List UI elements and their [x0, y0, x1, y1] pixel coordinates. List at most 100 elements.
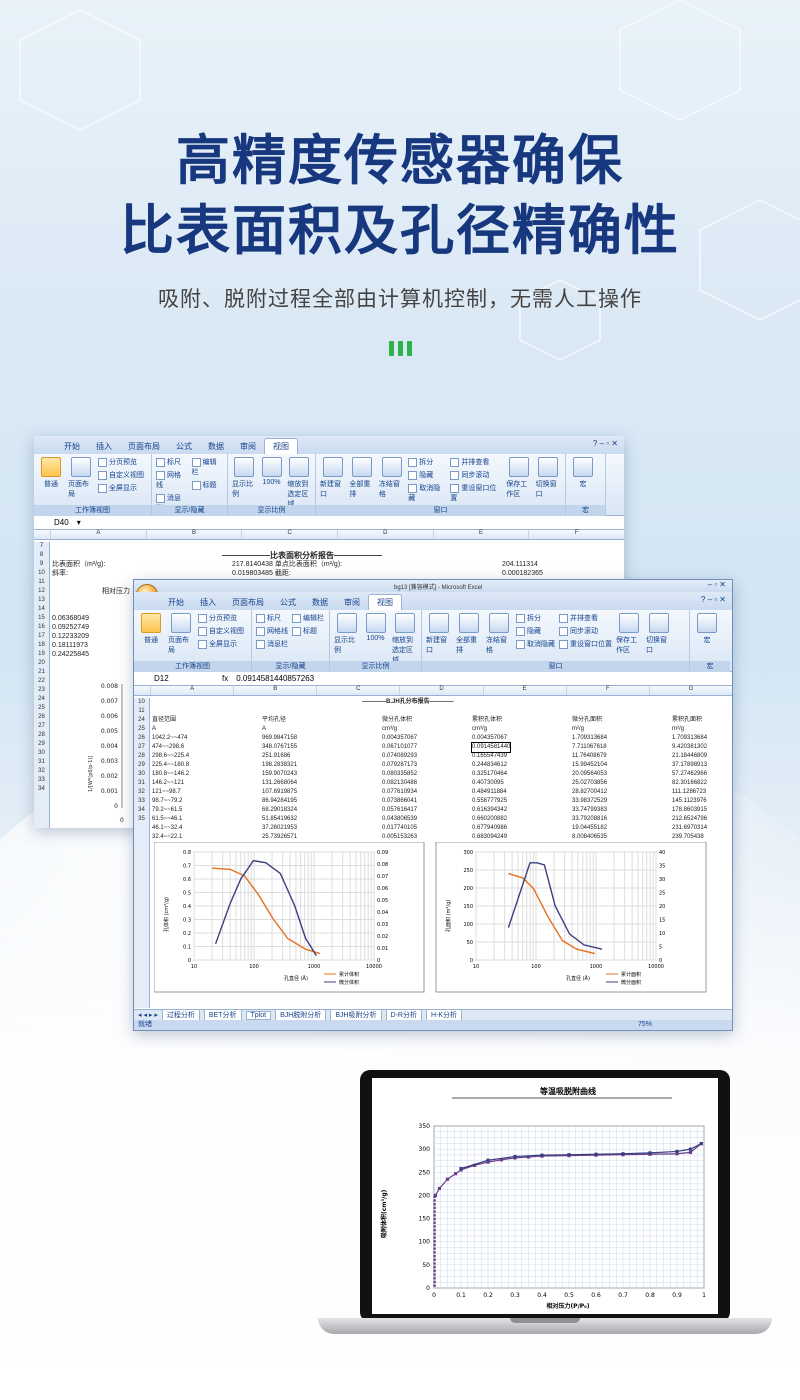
- front-split-button[interactable]: 拆分: [516, 613, 555, 623]
- table-cell[interactable]: 28.82700412: [572, 788, 607, 797]
- table-cell[interactable]: 146.2~~121: [152, 779, 184, 788]
- row-number[interactable]: 13: [34, 596, 49, 605]
- sheet-nav-icon[interactable]: ◂ ◂ ▸ ▸: [138, 1011, 158, 1019]
- table-cell[interactable]: 82.30166822: [672, 779, 707, 788]
- ribbon-tab-插入[interactable]: 插入: [88, 439, 120, 454]
- table-cell[interactable]: 0.677940986: [472, 824, 507, 833]
- table-cell[interactable]: 180.8~~146.2: [152, 770, 189, 779]
- front-ruler-checkbox[interactable]: 标尺: [256, 613, 288, 623]
- front-formula-bar-checkbox[interactable]: 编辑栏: [292, 613, 324, 623]
- table-cell[interactable]: 46.1~~32.4: [152, 824, 182, 833]
- table-cell[interactable]: 298.6~~225.4: [152, 752, 189, 761]
- help-icon[interactable]: ? ‒ ▫ ✕: [593, 439, 618, 448]
- table-cell[interactable]: 145.1123976: [672, 797, 707, 806]
- row-number[interactable]: 32: [134, 788, 149, 797]
- front-headings-checkbox[interactable]: 标题: [292, 626, 324, 636]
- front-fullscreen[interactable]: 全屏显示: [198, 639, 244, 649]
- table-cell[interactable]: 20.09564053: [572, 770, 607, 779]
- column-header[interactable]: G: [648, 686, 732, 695]
- table-cell[interactable]: 159.9070243: [262, 770, 297, 779]
- table-cell[interactable]: 0.073866041: [382, 797, 417, 806]
- column-header[interactable]: E: [482, 686, 566, 695]
- row-number[interactable]: 23: [34, 686, 49, 695]
- row-number[interactable]: 30: [34, 749, 49, 758]
- row-number[interactable]: 32: [34, 767, 49, 776]
- ruler-checkbox[interactable]: 标尺: [156, 457, 188, 467]
- row-number[interactable]: 25: [134, 725, 149, 734]
- table-cell[interactable]: 9.420381302: [672, 743, 707, 752]
- column-header[interactable]: D: [399, 686, 482, 695]
- table-cell[interactable]: 0.165547439: [472, 752, 507, 761]
- row-number[interactable]: 24: [34, 695, 49, 704]
- row-number[interactable]: 30: [134, 770, 149, 779]
- table-cell[interactable]: 1.709313684: [672, 734, 707, 743]
- column-header[interactable]: C: [316, 686, 399, 695]
- name-box[interactable]: D40: [54, 518, 69, 527]
- table-cell[interactable]: 0.079287173: [382, 761, 417, 770]
- table-cell[interactable]: 251.91686: [262, 752, 290, 761]
- headings-checkbox[interactable]: 标题: [192, 480, 224, 490]
- row-number[interactable]: 34: [134, 806, 149, 815]
- table-cell[interactable]: 37.17898913: [672, 761, 707, 770]
- row-number[interactable]: 11: [34, 578, 49, 587]
- row-number[interactable]: 10: [134, 698, 149, 707]
- row-number[interactable]: 19: [34, 650, 49, 659]
- ribbon-tab-页面布局[interactable]: 页面布局: [120, 439, 168, 454]
- column-header[interactable]: D: [337, 530, 433, 539]
- table-cell[interactable]: 79.2~~61.5: [152, 806, 182, 815]
- help-icon[interactable]: ? ‒ ▫ ✕: [701, 595, 726, 604]
- ribbon-tab-页面布局[interactable]: 页面布局: [224, 595, 272, 610]
- front-page-break-preview[interactable]: 分页预览: [198, 613, 244, 623]
- table-cell[interactable]: 32.4~~22.1: [152, 833, 182, 842]
- table-cell[interactable]: 239.705438: [672, 833, 704, 842]
- table-cell[interactable]: 25.73926571: [262, 833, 297, 842]
- row-number[interactable]: 8: [34, 551, 49, 560]
- table-cell[interactable]: 212.6524796: [672, 815, 707, 824]
- column-header[interactable]: F: [565, 686, 649, 695]
- ribbon-tab-公式[interactable]: 公式: [272, 595, 304, 610]
- row-number[interactable]: 29: [134, 761, 149, 770]
- table-cell[interactable]: 33.98372529: [572, 797, 607, 806]
- table-cell[interactable]: 0.074089293: [382, 752, 417, 761]
- front-name-box[interactable]: D12: [154, 674, 214, 683]
- row-number[interactable]: 22: [34, 677, 49, 686]
- row-number[interactable]: 15: [34, 614, 49, 623]
- table-cell[interactable]: 969.9847158: [262, 734, 297, 743]
- page-break-preview-button[interactable]: 分页预览: [98, 457, 144, 467]
- column-header[interactable]: C: [241, 530, 337, 539]
- table-cell[interactable]: 198.2838321: [262, 761, 297, 770]
- table-cell[interactable]: 0.080335852: [382, 770, 417, 779]
- table-cell[interactable]: 0.0914581440: [470, 742, 512, 753]
- row-number[interactable]: 7: [34, 542, 49, 551]
- table-cell[interactable]: 7.711067618: [572, 743, 607, 752]
- table-cell[interactable]: 0.067101077: [382, 743, 417, 752]
- table-cell[interactable]: 61.5~~46.1: [152, 815, 182, 824]
- ribbon-tab-视图[interactable]: 视图: [264, 438, 298, 454]
- row-number[interactable]: 33: [134, 797, 149, 806]
- row-number[interactable]: 33: [34, 776, 49, 785]
- ribbon-tab-开始[interactable]: 开始: [56, 439, 88, 454]
- column-header[interactable]: A: [50, 530, 146, 539]
- table-cell[interactable]: 107.6919875: [262, 788, 297, 797]
- column-header[interactable]: B: [145, 530, 242, 539]
- table-cell[interactable]: 1042.2~~474: [152, 734, 187, 743]
- front-sync-scroll-button[interactable]: 同步滚动: [559, 626, 612, 636]
- table-cell[interactable]: 15.99452104: [572, 761, 607, 770]
- row-number[interactable]: 27: [134, 743, 149, 752]
- table-cell[interactable]: 21.18446809: [672, 752, 707, 761]
- table-cell[interactable]: 33.74799383: [572, 806, 607, 815]
- table-cell[interactable]: 37.26021953: [262, 824, 297, 833]
- ribbon-tab-开始[interactable]: 开始: [160, 595, 192, 610]
- row-number[interactable]: 34: [34, 785, 49, 794]
- ribbon-tab-审阅[interactable]: 审阅: [336, 595, 368, 610]
- table-cell[interactable]: 19.04455182: [572, 824, 607, 833]
- column-header[interactable]: A: [150, 686, 233, 695]
- table-cell[interactable]: 225.4~~180.8: [152, 761, 189, 770]
- split-button[interactable]: 拆分: [408, 457, 446, 467]
- fullscreen-button[interactable]: 全屏显示: [98, 483, 144, 493]
- formula-bar-checkbox[interactable]: 编辑栏: [192, 457, 224, 477]
- table-cell[interactable]: 0.077610934: [382, 788, 417, 797]
- sheet-tab-Tplot[interactable]: Tplot: [245, 1010, 272, 1020]
- table-cell[interactable]: 0.325170464: [472, 770, 507, 779]
- table-cell[interactable]: 11.76408679: [572, 752, 607, 761]
